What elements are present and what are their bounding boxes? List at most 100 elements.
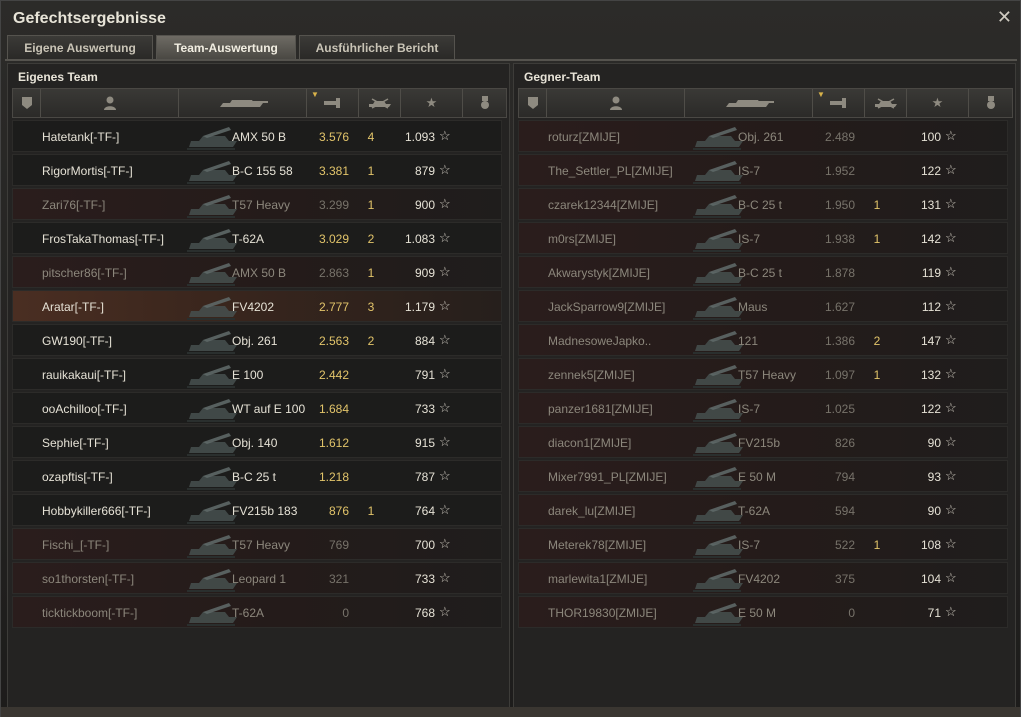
player-row[interactable]: Mixer7991_PL[ZMIJE] E 50 M 794 93 ☆ bbox=[518, 460, 1008, 492]
player-row[interactable]: Aratar[-TF-] FV4202 2.777 3 1.179 ☆ bbox=[12, 290, 502, 322]
star-icon: ☆ bbox=[439, 332, 451, 347]
star-icon: ☆ bbox=[439, 400, 451, 415]
tab-eigene-auswertung[interactable]: Eigene Auswertung bbox=[7, 35, 153, 59]
tank-name: E 50 M bbox=[738, 470, 777, 484]
tank-icon[interactable] bbox=[685, 89, 813, 117]
player-name: JackSparrow9[ZMIJE] bbox=[548, 300, 666, 314]
tank-name: IS-7 bbox=[738, 402, 761, 416]
player-row[interactable]: GW190[-TF-] Obj. 261 2.563 2 884 ☆ bbox=[12, 324, 502, 356]
medal-icon[interactable] bbox=[463, 89, 506, 117]
xp-icon[interactable]: ▼ bbox=[813, 89, 865, 117]
damage-value: 1.083 bbox=[404, 232, 435, 246]
player-row[interactable]: czarek12344[ZMIJE] B-C 25 t 1.950 1 131 ☆ bbox=[518, 188, 1008, 220]
player-row[interactable]: roturz[ZMIJE] Obj. 261 2.489 100 ☆ bbox=[518, 120, 1008, 152]
player-icon[interactable] bbox=[547, 89, 685, 117]
player-name: pitscher86[-TF-] bbox=[42, 266, 127, 280]
damage-value: 791 bbox=[414, 368, 435, 382]
xp-icon[interactable]: ▼ bbox=[307, 89, 359, 117]
player-name: roturz[ZMIJE] bbox=[548, 130, 621, 144]
star-icon: ☆ bbox=[945, 434, 957, 449]
player-row[interactable]: so1thorsten[-TF-] Leopard 1 321 733 ☆ bbox=[12, 562, 502, 594]
player-row[interactable]: ooAchilloo[-TF-] WT auf E 100 1.684 733 ☆ bbox=[12, 392, 502, 424]
xp-value: 1.612 bbox=[318, 436, 349, 450]
xp-value: 826 bbox=[834, 436, 855, 450]
player-name: rauikakaui[-TF-] bbox=[42, 368, 127, 382]
player-row[interactable]: zennek5[ZMIJE] T57 Heavy 1.097 1 132 ☆ bbox=[518, 358, 1008, 390]
tank-name: FV215b bbox=[738, 436, 781, 450]
player-row[interactable]: ozapftis[-TF-] B-C 25 t 1.218 787 ☆ bbox=[12, 460, 502, 492]
tank-name: T57 Heavy bbox=[232, 198, 291, 212]
tank-name: T57 Heavy bbox=[232, 538, 291, 552]
damage-star-icon[interactable]: ★ bbox=[401, 89, 463, 117]
player-row[interactable]: Hatetank[-TF-] AMX 50 B 3.576 4 1.093 ☆ bbox=[12, 120, 502, 152]
star-icon: ☆ bbox=[945, 604, 957, 619]
player-row[interactable]: Hobbykiller666[-TF-] FV215b 183 876 1 764 ☆ bbox=[12, 494, 502, 526]
star-icon: ☆ bbox=[439, 298, 451, 313]
xp-value: 0 bbox=[848, 606, 855, 620]
star-icon: ☆ bbox=[439, 570, 451, 585]
kills-icon[interactable] bbox=[865, 89, 907, 117]
player-row[interactable]: MadnesoweJapko.. 121 1.386 2 147 ☆ bbox=[518, 324, 1008, 356]
player-name: ooAchilloo[-TF-] bbox=[42, 402, 127, 416]
player-row[interactable]: Zari76[-TF-] T57 Heavy 3.299 1 900 ☆ bbox=[12, 188, 502, 220]
kills-value: 1 bbox=[873, 538, 881, 552]
player-row[interactable]: The_Settler_PL[ZMIJE] IS-7 1.952 122 ☆ bbox=[518, 154, 1008, 186]
player-icon[interactable] bbox=[41, 89, 179, 117]
kills-value: 1 bbox=[873, 198, 881, 212]
player-row[interactable]: Akwarystyk[ZMIJE] B-C 25 t 1.878 119 ☆ bbox=[518, 256, 1008, 288]
damage-value: 147 bbox=[920, 334, 941, 348]
title-bar: Gefechtsergebnisse ✕ bbox=[1, 1, 1020, 33]
player-row[interactable]: marlewita1[ZMIJE] FV4202 375 104 ☆ bbox=[518, 562, 1008, 594]
xp-value: 2.489 bbox=[824, 130, 855, 144]
damage-value: 100 bbox=[920, 130, 941, 144]
player-row[interactable]: Sephie[-TF-] Obj. 140 1.612 915 ☆ bbox=[12, 426, 502, 458]
player-name: panzer1681[ZMIJE] bbox=[548, 402, 653, 416]
player-row[interactable]: FrosTakaThomas[-TF-] T-62A 3.029 2 1.083 ☆ bbox=[12, 222, 502, 254]
tank-name: B-C 25 t bbox=[738, 198, 783, 212]
player-row[interactable]: m0rs[ZMIJE] IS-7 1.938 1 142 ☆ bbox=[518, 222, 1008, 254]
kills-value: 1 bbox=[367, 266, 375, 280]
player-name: marlewita1[ZMIJE] bbox=[548, 572, 648, 586]
squad-icon[interactable] bbox=[519, 89, 547, 117]
enemy-team-header: ▼ ★ bbox=[518, 88, 1013, 118]
medal-icon[interactable] bbox=[969, 89, 1012, 117]
player-row[interactable]: rauikakaui[-TF-] E 100 2.442 791 ☆ bbox=[12, 358, 502, 390]
xp-value: 1.684 bbox=[318, 402, 349, 416]
star-icon: ☆ bbox=[945, 128, 957, 143]
player-row[interactable]: panzer1681[ZMIJE] IS-7 1.025 122 ☆ bbox=[518, 392, 1008, 424]
tank-icon[interactable] bbox=[179, 89, 307, 117]
star-icon: ☆ bbox=[439, 230, 451, 245]
damage-value: 1.093 bbox=[404, 130, 435, 144]
player-row[interactable]: THOR19830[ZMIJE] E 50 M 0 71 ☆ bbox=[518, 596, 1008, 628]
damage-star-icon[interactable]: ★ bbox=[907, 89, 969, 117]
own-team-header: ▼ ★ bbox=[12, 88, 507, 118]
tank-name: T-62A bbox=[738, 504, 771, 518]
player-row[interactable]: diacon1[ZMIJE] FV215b 826 90 ☆ bbox=[518, 426, 1008, 458]
kills-value: 1 bbox=[873, 232, 881, 246]
xp-value: 1.952 bbox=[824, 164, 855, 178]
tank-name: FV215b 183 bbox=[232, 504, 298, 518]
star-icon: ☆ bbox=[945, 196, 957, 211]
tank-name: T-62A bbox=[232, 606, 265, 620]
squad-icon[interactable] bbox=[13, 89, 41, 117]
player-row[interactable]: Meterek78[ZMIJE] IS-7 522 1 108 ☆ bbox=[518, 528, 1008, 560]
player-row[interactable]: darek_lu[ZMIJE] T-62A 594 90 ☆ bbox=[518, 494, 1008, 526]
player-name: MadnesoweJapko.. bbox=[548, 334, 652, 348]
tab-ausfuehrlicher-bericht[interactable]: Ausführlicher Bericht bbox=[299, 35, 455, 59]
damage-value: 104 bbox=[920, 572, 941, 586]
window-title: Gefechtsergebnisse bbox=[13, 10, 166, 27]
tab-team-auswertung[interactable]: Team-Auswertung bbox=[156, 35, 296, 59]
damage-value: 879 bbox=[414, 164, 435, 178]
player-row[interactable]: RigorMortis[-TF-] B-C 155 58 3.381 1 879 ☆ bbox=[12, 154, 502, 186]
player-row[interactable]: pitscher86[-TF-] AMX 50 B 2.863 1 909 ☆ bbox=[12, 256, 502, 288]
tank-name: Leopard 1 bbox=[232, 572, 287, 586]
xp-value: 2.563 bbox=[318, 334, 349, 348]
kills-icon[interactable] bbox=[359, 89, 401, 117]
star-icon: ☆ bbox=[439, 604, 451, 619]
close-icon[interactable]: ✕ bbox=[997, 7, 1012, 28]
player-row[interactable]: JackSparrow9[ZMIJE] Maus 1.627 112 ☆ bbox=[518, 290, 1008, 322]
player-row[interactable]: Fischi_[-TF-] T57 Heavy 769 700 ☆ bbox=[12, 528, 502, 560]
player-row[interactable]: ticktickboom[-TF-] T-62A 0 768 ☆ bbox=[12, 596, 502, 628]
kills-value: 2 bbox=[367, 232, 375, 246]
tank-name: Maus bbox=[738, 300, 768, 314]
